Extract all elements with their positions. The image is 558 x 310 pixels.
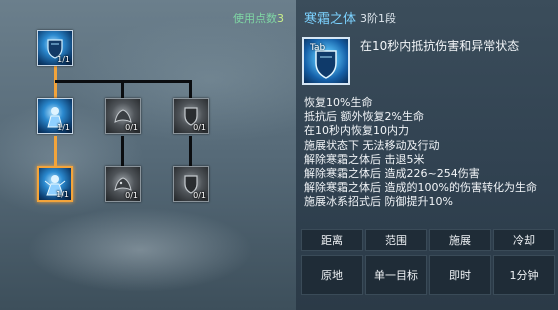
points-used-label: 使用点数3 bbox=[233, 10, 284, 26]
skill-effect-line: 在10秒内恢复10内力 bbox=[304, 124, 409, 138]
skill-effect-line: 解除寒霜之体后 造成的100%的伤害转化为生命 bbox=[304, 181, 537, 195]
skill-effect-line: 施展冰系招式后 防御提升10% bbox=[304, 195, 453, 209]
connector-left-to-bottom bbox=[54, 136, 57, 166]
skill-effects-list: 恢复10%生命 抵抗后 额外恢复2%生命 在10秒内恢复10内力 施展状态下 无… bbox=[304, 96, 554, 210]
points-used-value: 3 bbox=[277, 12, 284, 25]
points-used-text: 使用点数 bbox=[233, 12, 277, 25]
skill-name: 寒霜之体 bbox=[304, 12, 357, 27]
skill-rank: 3阶1段 bbox=[360, 12, 396, 25]
skill-effect-line: 解除寒霜之体后 造成226~254伤害 bbox=[304, 167, 480, 181]
stat-header-range: 范围 bbox=[365, 229, 427, 251]
stat-header-cast: 施展 bbox=[429, 229, 491, 251]
skill-node-frost-body-selected[interactable]: 1/1 bbox=[37, 166, 73, 202]
skill-effect-line: 恢复10%生命 bbox=[304, 96, 373, 109]
stat-value-distance: 原地 bbox=[301, 255, 363, 295]
hotkey-label: Tab bbox=[310, 43, 326, 53]
skill-icon-large: Tab bbox=[302, 37, 350, 85]
skill-description: 在10秒内抵抗伤害和异常状态 bbox=[360, 39, 520, 53]
stat-header-distance: 距离 bbox=[301, 229, 363, 251]
skill-node-locked-mid-top[interactable]: 0/1 bbox=[105, 98, 141, 134]
skill-effect-line: 施展状态下 无法移动及行动 bbox=[304, 138, 440, 152]
skill-node-level: 0/1 bbox=[193, 191, 206, 200]
skill-node-level: 0/1 bbox=[125, 191, 138, 200]
skill-node-frost-root[interactable]: 1/1 bbox=[37, 30, 73, 66]
skill-node-level: 0/1 bbox=[193, 123, 206, 132]
skill-effect-line: 解除寒霜之体后 击退5米 bbox=[304, 152, 425, 166]
stat-value-range: 单一目标 bbox=[365, 255, 427, 295]
connector-mid-down bbox=[121, 136, 124, 166]
skill-node-frost-left[interactable]: 1/1 bbox=[37, 98, 73, 134]
connector-to-mid bbox=[121, 80, 124, 98]
skill-node-level: 1/1 bbox=[57, 55, 70, 64]
skill-effect-line: 抵抗后 额外恢复2%生命 bbox=[304, 110, 424, 124]
skill-node-level: 1/1 bbox=[56, 190, 69, 199]
connector-right-down bbox=[189, 136, 192, 166]
stat-value-cooldown: 1分钟 bbox=[493, 255, 555, 295]
skill-node-locked-mid-bottom[interactable]: 0/1 bbox=[105, 166, 141, 202]
skill-node-locked-right-bottom[interactable]: 0/1 bbox=[173, 166, 209, 202]
connector-to-right bbox=[189, 80, 192, 98]
stat-value-cast: 即时 bbox=[429, 255, 491, 295]
skill-node-level: 1/1 bbox=[57, 123, 70, 132]
skill-node-level: 0/1 bbox=[125, 123, 138, 132]
stat-header-cooldown: 冷却 bbox=[493, 229, 555, 251]
skill-node-locked-right-top[interactable]: 0/1 bbox=[173, 98, 209, 134]
